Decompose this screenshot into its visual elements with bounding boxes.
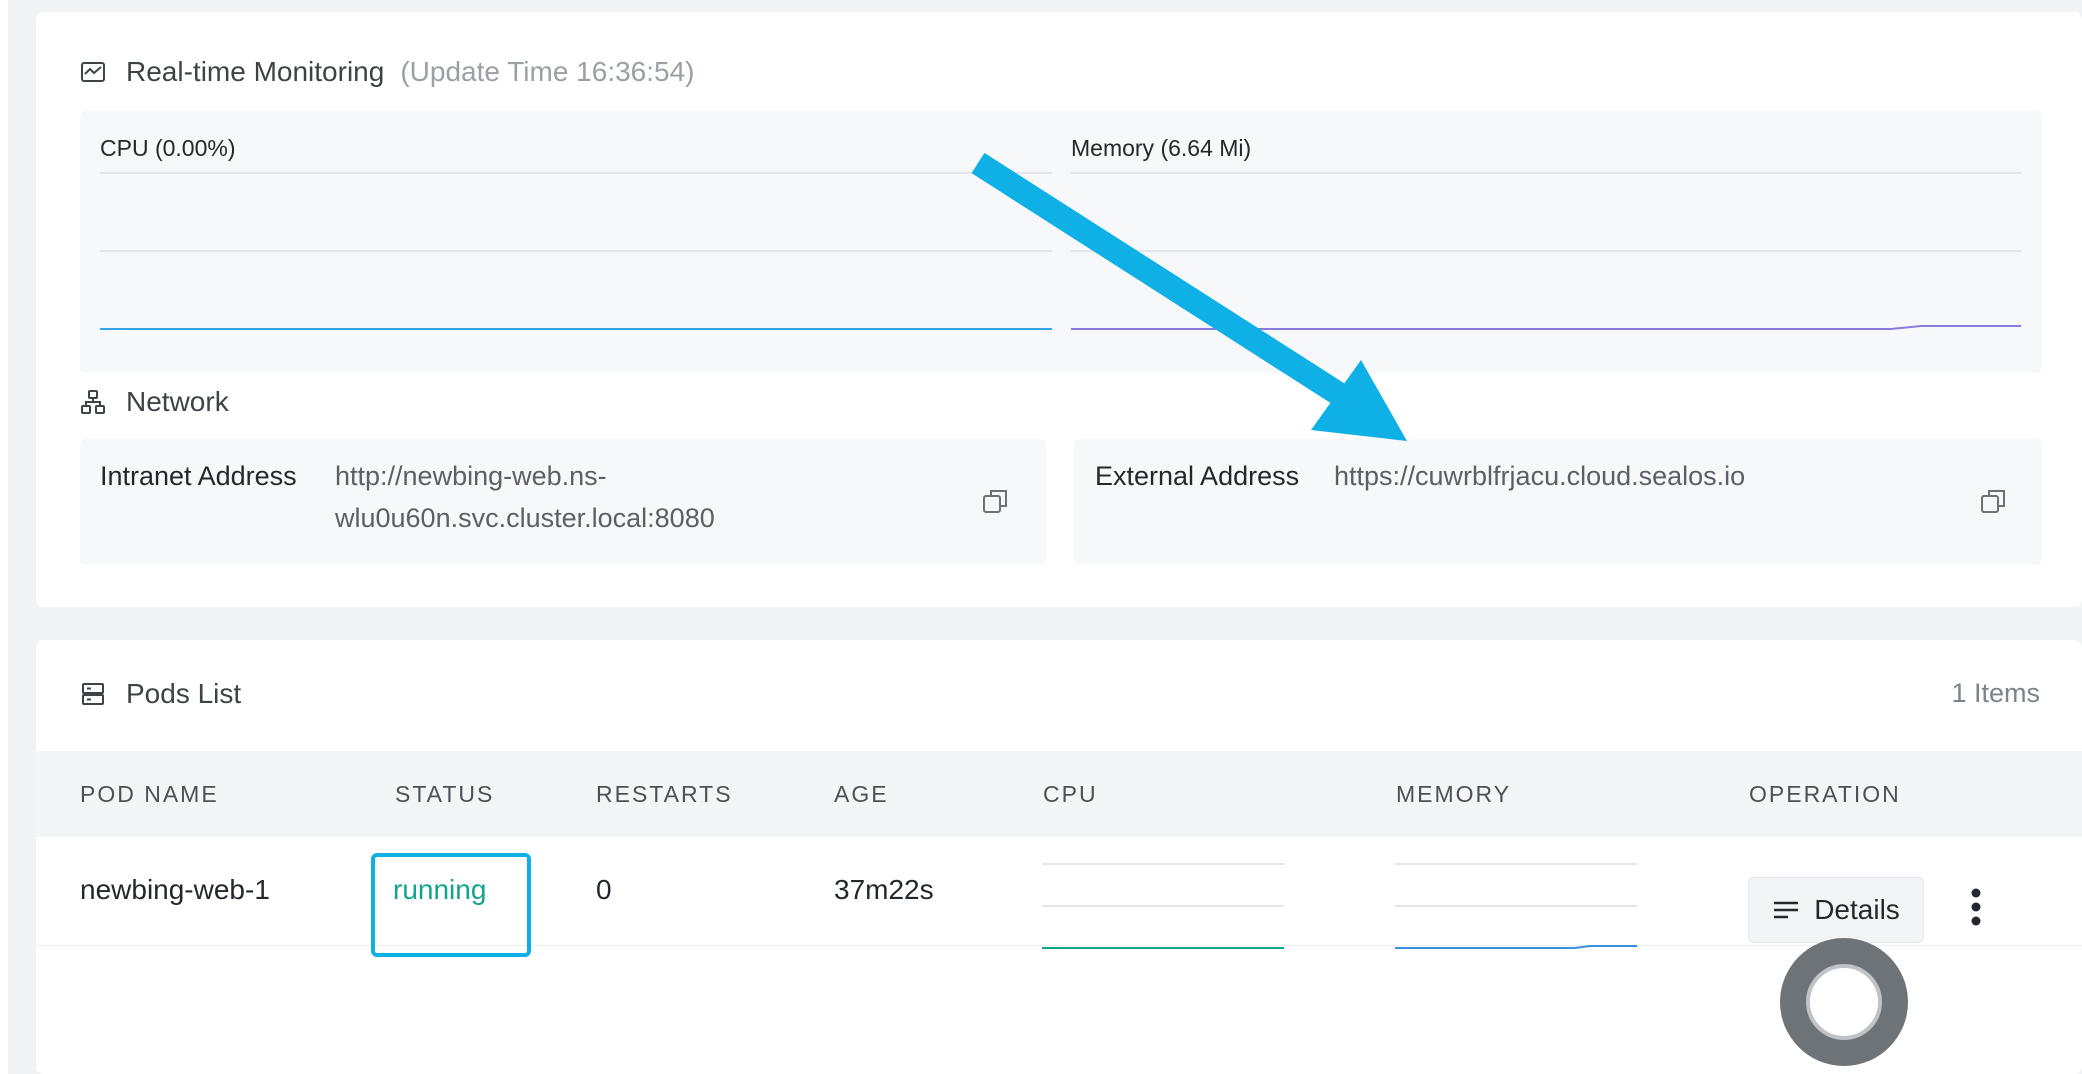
lines-menu-icon bbox=[1772, 899, 1800, 921]
column-restarts: RESTARTS bbox=[596, 781, 733, 807]
pods-count: 1 Items bbox=[1951, 678, 2040, 708]
column-pod-name: POD NAME bbox=[80, 781, 219, 807]
column-memory: MEMORY bbox=[1396, 781, 1512, 807]
pods-title: Pods List bbox=[126, 678, 242, 709]
network-section-title: Network bbox=[80, 386, 229, 418]
pod-name: newbing-web-1 bbox=[80, 874, 270, 905]
intranet-address-panel: Intranet Address http://newbing-web.ns- … bbox=[80, 439, 1046, 565]
external-address-label: External Address bbox=[1095, 461, 1300, 491]
pod-memory-line bbox=[1395, 945, 1637, 949]
pods-table-header: POD NAME STATUS RESTARTS AGE CPU MEMORY … bbox=[36, 751, 2082, 837]
pod-restarts: 0 bbox=[596, 874, 612, 905]
network-title: Network bbox=[126, 386, 229, 417]
update-time: (Update Time 16:36:54) bbox=[400, 56, 695, 87]
network-topology-icon bbox=[80, 389, 106, 415]
table-row: newbing-web-1 running 0 37m22s Details bbox=[36, 837, 2082, 957]
more-options-icon[interactable] bbox=[1966, 885, 1986, 933]
server-list-icon bbox=[80, 681, 106, 707]
pod-cpu-sparkline bbox=[1042, 863, 1284, 949]
column-status: STATUS bbox=[395, 781, 495, 807]
memory-series-line bbox=[1071, 325, 2021, 330]
intranet-address-label: Intranet Address bbox=[100, 461, 297, 491]
intranet-address-line2: wlu0u60n.svc.cluster.local:8080 bbox=[335, 503, 715, 533]
cpu-chart-label: CPU (0.00%) bbox=[100, 135, 236, 161]
monitoring-section-title: Real-time Monitoring (Update Time 16:36:… bbox=[80, 56, 695, 88]
column-cpu: CPU bbox=[1043, 781, 1098, 807]
details-button[interactable]: Details bbox=[1748, 877, 1924, 943]
pods-section-title: Pods List bbox=[80, 678, 241, 710]
memory-chart-label: Memory (6.64 Mi) bbox=[1071, 135, 1252, 161]
pods-list-card: Pods List 1 Items POD NAME STATUS RESTAR… bbox=[36, 640, 2082, 1074]
column-operation: OPERATION bbox=[1749, 781, 1901, 807]
monitoring-network-card: Real-time Monitoring (Update Time 16:36:… bbox=[36, 12, 2082, 607]
copy-icon[interactable] bbox=[1980, 487, 2008, 515]
memory-chart bbox=[1071, 172, 2021, 330]
monitoring-charts-panel: CPU (0.00%) Memory (6.64 Mi) bbox=[80, 111, 2042, 373]
details-label: Details bbox=[1814, 894, 1900, 925]
copy-icon[interactable] bbox=[982, 487, 1010, 515]
intranet-address-line1: http://newbing-web.ns- bbox=[335, 461, 607, 491]
external-address-panel: External Address https://cuwrblfrjacu.cl… bbox=[1074, 439, 2042, 565]
pod-age: 37m22s bbox=[834, 874, 934, 905]
column-age: AGE bbox=[834, 781, 889, 807]
cursor-indicator bbox=[1780, 938, 1908, 1066]
status-badge: running bbox=[393, 874, 487, 905]
monitoring-title: Real-time Monitoring bbox=[126, 56, 385, 87]
left-edge-strip bbox=[0, 0, 8, 1074]
intranet-address-value: http://newbing-web.ns- wlu0u60n.svc.clus… bbox=[335, 455, 715, 539]
monitor-chart-icon bbox=[80, 59, 106, 85]
cpu-chart bbox=[100, 172, 1052, 330]
pod-memory-sparkline bbox=[1395, 863, 1637, 949]
external-address-value[interactable]: https://cuwrblfrjacu.cloud.sealos.io bbox=[1334, 455, 1745, 497]
